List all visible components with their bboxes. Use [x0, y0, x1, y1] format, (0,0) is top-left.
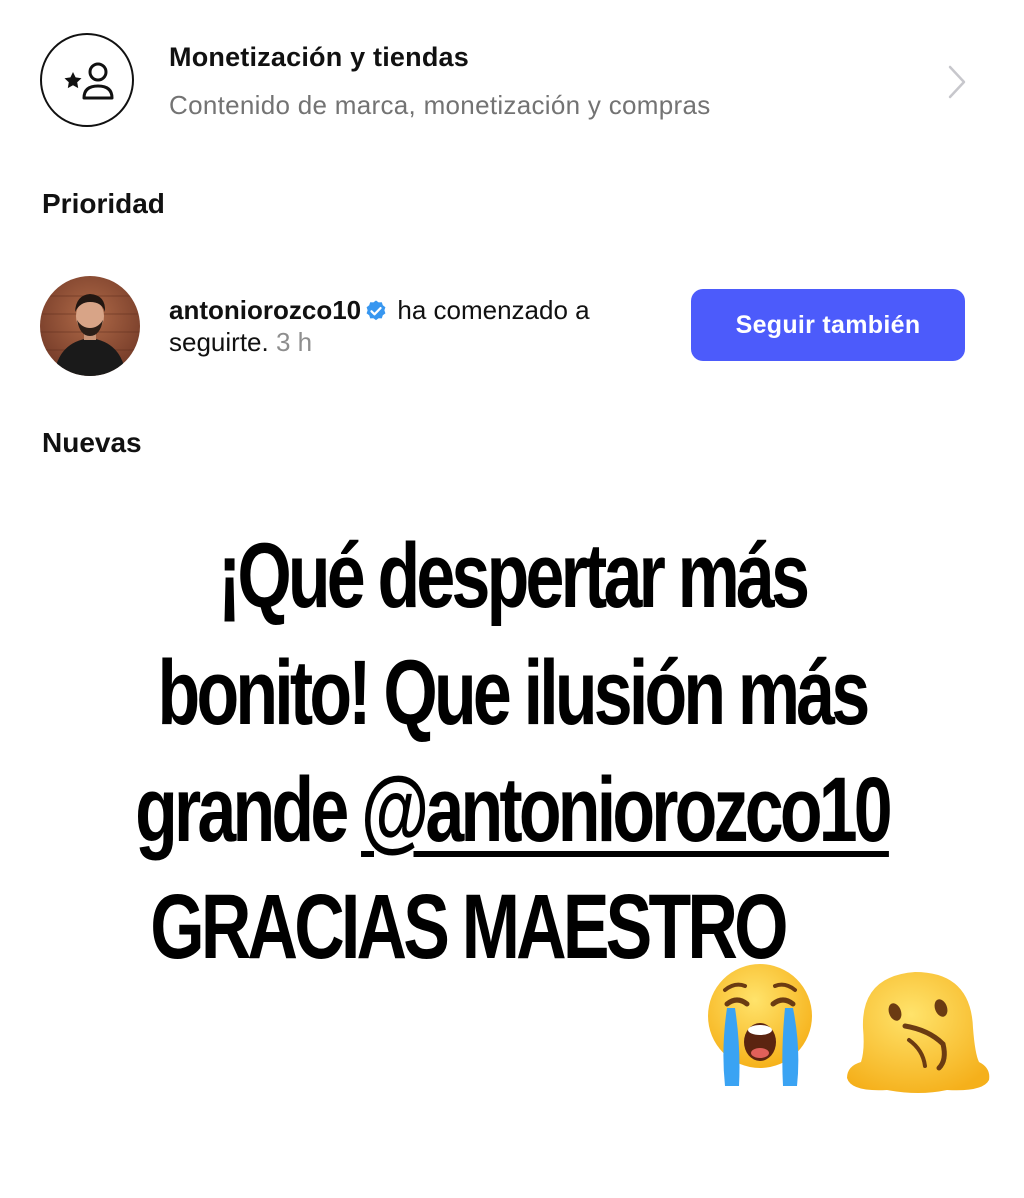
notification-text: antoniorozco10 ha comenzado a seguirte. …: [169, 294, 669, 358]
caption-line-3-prefix: grande: [135, 759, 362, 861]
melting-face-emoji: [847, 972, 990, 1093]
chevron-right-icon: [948, 65, 966, 99]
caption-line-2: bonito! Que ilusión más: [157, 642, 871, 744]
section-title-new: Nuevas: [42, 427, 142, 458]
caption-mention: @antoniorozco10: [361, 759, 893, 861]
notification-time: 3 h: [268, 327, 313, 357]
verified-badge-icon: [366, 300, 386, 321]
caption-line-1: ¡Qué despertar más: [217, 525, 810, 627]
caption-line-3: grande @antoniorozco10: [130, 752, 893, 869]
follow-back-button[interactable]: Seguir también: [691, 289, 965, 361]
star-person-icon: [40, 33, 134, 127]
avatar[interactable]: [40, 276, 140, 376]
overlay-caption: ¡Qué despertar más bonito! Que ilusión m…: [130, 518, 893, 986]
monetization-title: Monetización y tiendas: [169, 42, 469, 72]
section-title-priority: Prioridad: [42, 188, 165, 219]
crying-face-emoji: [708, 964, 812, 1086]
monetization-row[interactable]: Monetización y tiendas Contenido de marc…: [0, 0, 1024, 160]
monetization-subtitle: Contenido de marca, monetización y compr…: [169, 90, 711, 120]
notification-username[interactable]: antoniorozco10: [169, 295, 361, 325]
